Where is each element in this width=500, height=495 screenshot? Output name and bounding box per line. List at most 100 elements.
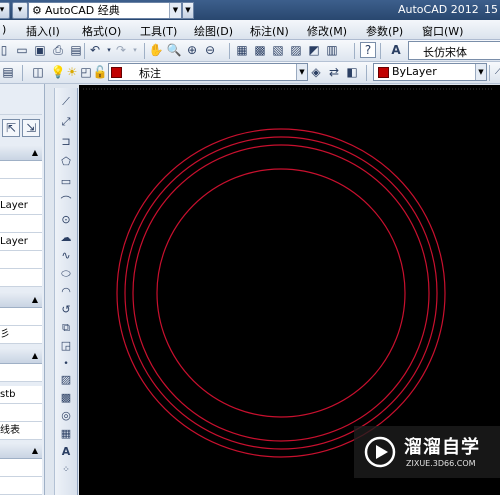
property-value[interactable] (0, 308, 42, 326)
palette-section-header[interactable]: ▲ (0, 444, 42, 459)
spline-icon[interactable]: ∿ (58, 248, 74, 264)
outer-circle[interactable] (116, 128, 446, 458)
property-value[interactable]: stb (0, 386, 42, 404)
palette-section-header[interactable]: ▲ (0, 293, 42, 308)
collapse-icon: ▲ (31, 351, 38, 360)
menu-tools[interactable]: 工具(T) (140, 23, 177, 39)
zoom-previous-icon[interactable]: ⊖ (202, 42, 218, 58)
pan-icon[interactable]: ✋ (148, 42, 164, 58)
lock-icon[interactable]: 🔓 (92, 64, 108, 80)
quick-access-dropdown[interactable]: ▾ (12, 2, 28, 19)
linetype-icon[interactable]: ⟋ (490, 64, 500, 80)
zoom-realtime-icon[interactable]: 🔍 (166, 42, 182, 58)
table-icon[interactable]: ▦ (58, 426, 74, 442)
property-value[interactable]: 线表 (0, 422, 42, 440)
menu-draw[interactable]: 绘图(D) (194, 23, 233, 39)
property-value[interactable] (0, 364, 42, 382)
toolbar-separator (354, 43, 355, 59)
chevron-down-icon: ▼ (475, 64, 486, 80)
app-title: AutoCAD 2012 (398, 3, 479, 16)
layer-previous-icon[interactable]: ⇄ (326, 64, 342, 80)
palette-section-header[interactable]: ▲ (0, 349, 42, 364)
workspace-label: AutoCAD 经典 (45, 4, 120, 17)
third-circle[interactable] (132, 144, 430, 442)
sheet-set-icon[interactable]: ▨ (288, 42, 304, 58)
open-file-icon[interactable]: ▭ (14, 42, 30, 58)
property-value[interactable] (0, 251, 42, 269)
property-value[interactable] (0, 459, 42, 477)
property-value[interactable] (0, 161, 42, 179)
text-style-selector[interactable]: 长仿宋体 (408, 41, 500, 60)
menu-parametric[interactable]: 参数(P) (366, 23, 403, 39)
menu-modify[interactable]: 修改(M) (307, 23, 347, 39)
polygon-icon[interactable]: ⬠ (58, 154, 74, 170)
menu-dimension[interactable]: 标注(N) (250, 23, 289, 39)
new-file-icon[interactable]: ▯ (0, 42, 12, 58)
insert-block-icon[interactable]: ↺ (58, 302, 74, 318)
text-style-icon[interactable]: A (388, 42, 404, 58)
properties-icon[interactable]: ▦ (234, 42, 250, 58)
gradient-icon[interactable]: ▩ (58, 390, 74, 406)
color-selector[interactable]: ByLayer ▼ (373, 63, 487, 81)
property-value[interactable] (0, 477, 42, 495)
redo-dropdown-icon[interactable]: ▾ (127, 42, 143, 58)
design-center-icon[interactable]: ▩ (252, 42, 268, 58)
property-value[interactable]: Layer (0, 197, 42, 215)
point-icon[interactable]: ◲ (58, 338, 74, 354)
layer-name: 标注 (139, 67, 161, 80)
customize-dropdown-button[interactable]: ▼ (182, 2, 194, 19)
polyline-icon[interactable]: ⊐ (58, 134, 74, 150)
make-block-icon[interactable]: ⧉ (58, 320, 74, 336)
layer-selector[interactable]: 标注 ▼ (108, 63, 308, 81)
calculator-icon[interactable]: ▥ (324, 42, 340, 58)
second-circle[interactable] (124, 136, 438, 450)
point-marker-icon[interactable]: • (58, 356, 74, 372)
gear-icon: ⚙ (32, 4, 42, 17)
select-objects-icon[interactable]: ⇲ (22, 119, 40, 137)
quick-access-button[interactable]: ▾ (0, 2, 10, 19)
layer-color-swatch (111, 67, 122, 78)
layer-isolate-icon[interactable]: ◧ (344, 64, 360, 80)
zoom-window-icon[interactable]: ⊕ (184, 42, 200, 58)
save-icon[interactable]: ▣ (32, 42, 48, 58)
plot-icon[interactable]: ⎙ (50, 42, 66, 58)
property-value[interactable] (0, 404, 42, 422)
property-value[interactable]: Layer (0, 233, 42, 251)
toolbar-separator (229, 43, 230, 59)
inner-circle[interactable] (156, 168, 406, 418)
layer-manager-icon[interactable]: ▤ (0, 64, 16, 80)
construction-line-icon[interactable]: ⤢ (58, 114, 74, 130)
add-selected-icon[interactable]: ⁘ (58, 462, 74, 478)
menu-window[interactable]: 窗口(W) (422, 23, 463, 39)
color-swatch (378, 67, 389, 78)
rectangle-icon[interactable]: ▭ (58, 174, 74, 190)
standard-toolbar: ▯ ▭ ▣ ⎙ ▤ ↶ ▾ ↷ ▾ ✋ 🔍 ⊕ ⊖ ▦ ▩ ▧ ▨ ◩ ▥ ? … (0, 40, 500, 62)
menu-format[interactable]: 格式(O) (82, 23, 121, 39)
line-icon[interactable]: ⟋ (58, 94, 74, 110)
layer-states-icon[interactable]: ◫ (30, 64, 46, 80)
toolbar-separator (84, 43, 85, 59)
ellipse-arc-icon[interactable]: ◠ (58, 284, 74, 300)
region-icon[interactable]: ◎ (58, 408, 74, 424)
preview-icon[interactable]: ▤ (68, 42, 84, 58)
property-value[interactable] (0, 179, 42, 197)
property-value[interactable]: 彡 (0, 326, 42, 344)
tool-palettes-icon[interactable]: ▧ (270, 42, 286, 58)
menu-insert[interactable]: 插入(I) (26, 23, 60, 39)
watermark: 溜溜自学 ZIXUE.3D66.COM (354, 426, 500, 478)
palette-section-header[interactable]: ▲ (0, 146, 42, 161)
help-icon[interactable]: ? (360, 42, 376, 58)
property-value[interactable] (0, 269, 42, 287)
revision-cloud-icon[interactable]: ☁ (58, 230, 74, 246)
hatch-icon[interactable]: ▨ (58, 372, 74, 388)
property-value[interactable] (0, 215, 42, 233)
circle-icon[interactable]: ⊙ (58, 212, 74, 228)
make-current-layer-icon[interactable]: ◈ (308, 64, 324, 80)
ellipse-icon[interactable]: ⬭ (58, 266, 74, 282)
markup-icon[interactable]: ◩ (306, 42, 322, 58)
arc-icon[interactable]: ⌒ (58, 194, 74, 210)
multiline-text-icon[interactable]: A (58, 444, 74, 460)
quick-select-icon[interactable]: ⇱ (2, 119, 20, 137)
workspace-selector[interactable]: ⚙ AutoCAD 经典 ▼ (28, 2, 182, 19)
property-text: 彡 (0, 329, 10, 340)
